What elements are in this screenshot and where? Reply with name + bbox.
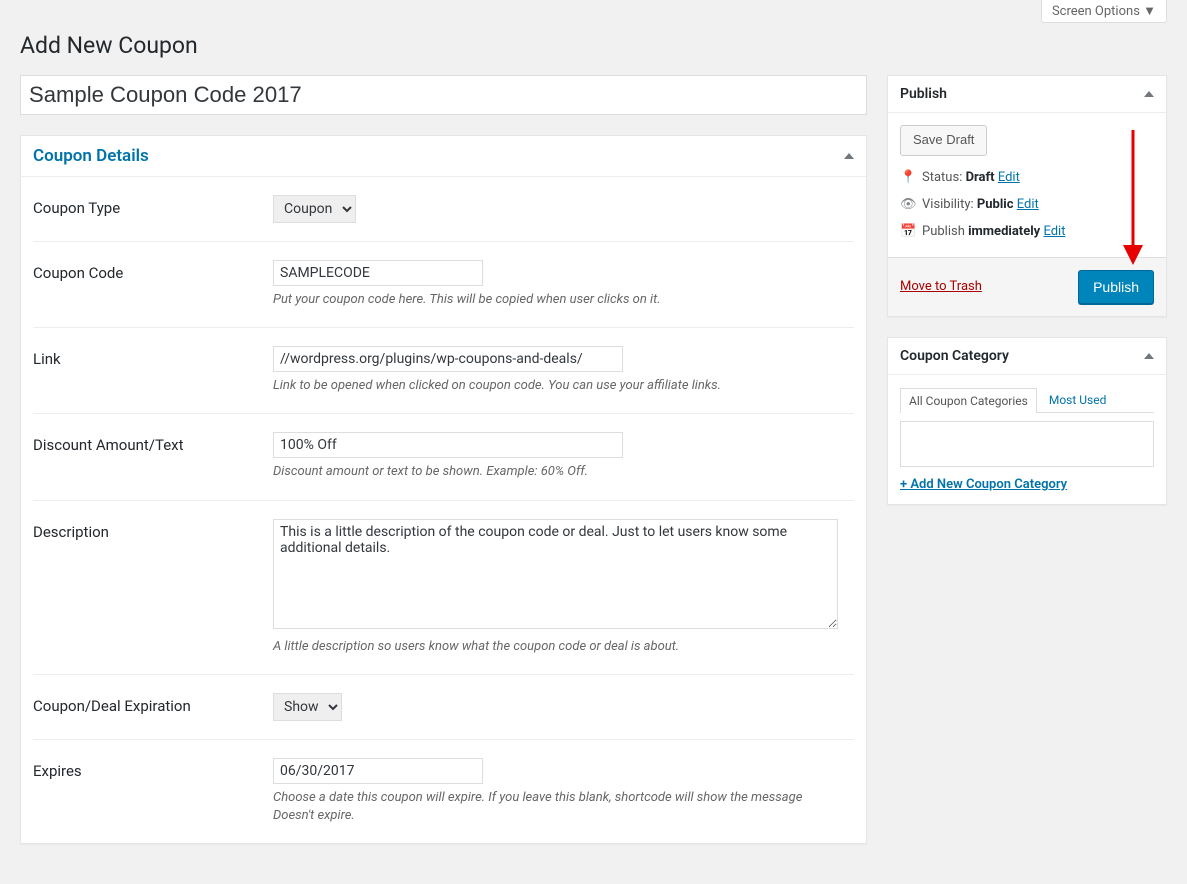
category-title: Coupon Category — [900, 348, 1009, 364]
coupon-code-input[interactable] — [273, 260, 483, 286]
category-header[interactable]: Coupon Category — [888, 338, 1166, 375]
description-textarea[interactable]: This is a little description of the coup… — [273, 519, 838, 629]
coupon-code-help: Put your coupon code here. This will be … — [273, 291, 833, 309]
tab-most-used[interactable]: Most Used — [1041, 388, 1115, 413]
visibility-row: 👁 Visibility: Public Edit — [900, 191, 1154, 218]
screen-options-button[interactable]: Screen Options ▼ — [1041, 0, 1167, 23]
post-title-input[interactable] — [20, 75, 867, 115]
expires-input[interactable] — [273, 758, 483, 784]
coupon-category-box: Coupon Category All Coupon Categories Mo… — [887, 337, 1167, 505]
publish-title: Publish — [900, 86, 947, 102]
description-help: A little description so users know what … — [273, 638, 833, 656]
discount-help: Discount amount or text to be shown. Exa… — [273, 463, 833, 481]
tab-all-categories[interactable]: All Coupon Categories — [900, 388, 1037, 413]
coupon-type-label: Coupon Type — [33, 195, 273, 223]
description-label: Description — [33, 519, 273, 656]
move-to-trash-link[interactable]: Move to Trash — [900, 279, 982, 294]
schedule-row: 📅 Publish immediately Edit — [900, 218, 1154, 245]
coupon-type-select[interactable]: Coupon — [273, 195, 356, 223]
add-category-link[interactable]: + Add New Coupon Category — [900, 477, 1067, 492]
discount-input[interactable] — [273, 432, 623, 458]
expires-label: Expires — [33, 758, 273, 825]
edit-status-link[interactable]: Edit — [998, 170, 1020, 185]
publish-header[interactable]: Publish — [888, 76, 1166, 113]
chevron-up-icon — [1144, 91, 1154, 97]
save-draft-button[interactable]: Save Draft — [900, 125, 987, 156]
chevron-up-icon — [844, 153, 854, 159]
expiration-select[interactable]: Show — [273, 693, 342, 721]
edit-visibility-link[interactable]: Edit — [1017, 197, 1039, 212]
pin-icon: 📍 — [900, 170, 914, 185]
publish-button[interactable]: Publish — [1078, 270, 1154, 304]
coupon-details-title: Coupon Details — [33, 146, 149, 166]
coupon-details-header[interactable]: Coupon Details — [21, 136, 866, 177]
publish-box: Publish Save Draft 📍 Status: Draft Edit — [887, 75, 1167, 317]
link-input[interactable] — [273, 346, 623, 372]
category-list[interactable] — [900, 421, 1154, 467]
coupon-details-box: Coupon Details Coupon Type Coupon Coupon — [20, 135, 867, 844]
link-label: Link — [33, 346, 273, 395]
chevron-up-icon — [1144, 353, 1154, 359]
page-title: Add New Coupon — [20, 23, 1167, 75]
expiration-label: Coupon/Deal Expiration — [33, 693, 273, 721]
edit-schedule-link[interactable]: Edit — [1043, 224, 1065, 239]
status-row: 📍 Status: Draft Edit — [900, 164, 1154, 191]
expires-help: Choose a date this coupon will expire. I… — [273, 789, 833, 825]
calendar-icon: 📅 — [900, 224, 914, 239]
coupon-code-label: Coupon Code — [33, 260, 273, 309]
link-help: Link to be opened when clicked on coupon… — [273, 377, 833, 395]
discount-label: Discount Amount/Text — [33, 432, 273, 481]
eye-icon: 👁 — [900, 197, 914, 212]
